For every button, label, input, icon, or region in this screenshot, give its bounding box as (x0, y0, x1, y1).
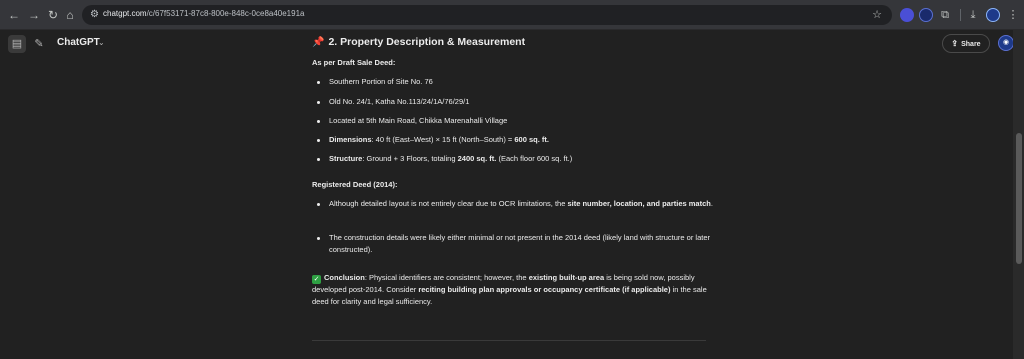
list-item: Located at 5th Main Road, Chikka Marenah… (317, 115, 719, 127)
check-icon: ✓ (312, 275, 321, 284)
download-icon[interactable]: ⤓ (966, 8, 980, 22)
registered-deed-title: Registered Deed (2014): (312, 180, 398, 189)
more-menu-icon[interactable]: ⋮ (1006, 8, 1020, 22)
model-selector[interactable]: ChatGPT (57, 37, 100, 48)
share-icon: ⇪ (951, 39, 959, 48)
pushpin-icon: 📌 (312, 37, 325, 48)
list-item: Southern Portion of Site No. 76 (317, 76, 719, 88)
forward-icon[interactable]: → (26, 7, 42, 23)
list-item: Although detailed layout is not entirely… (317, 198, 719, 210)
home-icon[interactable]: ⌂ (62, 7, 78, 23)
new-chat-icon[interactable]: ✎ (30, 35, 48, 53)
back-icon[interactable]: ← (6, 7, 22, 23)
section-heading: 📌 2. Property Description & Measurement (312, 36, 526, 48)
list-item: Old No. 24/1, Katha No.113/24/1A/76/29/1 (317, 96, 719, 108)
list-item: Structure: Ground + 3 Floors, totaling 2… (317, 153, 719, 165)
browser-toolbar: ← → ↻ ⌂ ⚙ chatgpt.com/c/67f53171-87c8-80… (0, 0, 1024, 30)
conclusion-paragraph: ✓ Conclusion: Physical identifiers are co… (312, 273, 707, 306)
extension-icon[interactable] (900, 8, 914, 22)
list-item: The construction details were likely eit… (317, 232, 719, 256)
extension-icon[interactable] (919, 8, 933, 22)
bookmark-star-icon[interactable]: ☆ (872, 8, 882, 22)
avatar[interactable]: ◉ (998, 35, 1014, 51)
address-bar[interactable]: ⚙ chatgpt.com/c/67f53171-87c8-800e-848c-… (82, 5, 892, 25)
divider (312, 340, 706, 341)
site-info-icon[interactable]: ⚙ (90, 8, 102, 22)
scrollbar-thumb[interactable] (1016, 133, 1022, 264)
sidebar-toggle-icon[interactable]: ▤ (8, 35, 26, 53)
profile-avatar[interactable] (986, 8, 1000, 22)
url-text: chatgpt.com/c/67f53171-87c8-800e-848c-0c… (103, 9, 305, 18)
reload-icon[interactable]: ↻ (45, 7, 61, 23)
chevron-down-icon[interactable]: ⌄ (98, 38, 105, 47)
toolbar-divider (960, 9, 961, 21)
list-item: Dimensions: 40 ft (East–West) × 15 ft (N… (317, 134, 719, 146)
draft-deed-title: As per Draft Sale Deed: (312, 58, 396, 67)
extensions-puzzle-icon[interactable]: ⧉ (938, 8, 952, 22)
chatgpt-app: ▤ ✎ ChatGPT ⌄ ⇪ Share ◉ 📌 2. Property Desc… (0, 30, 1024, 359)
share-button[interactable]: ⇪ Share (942, 34, 990, 53)
